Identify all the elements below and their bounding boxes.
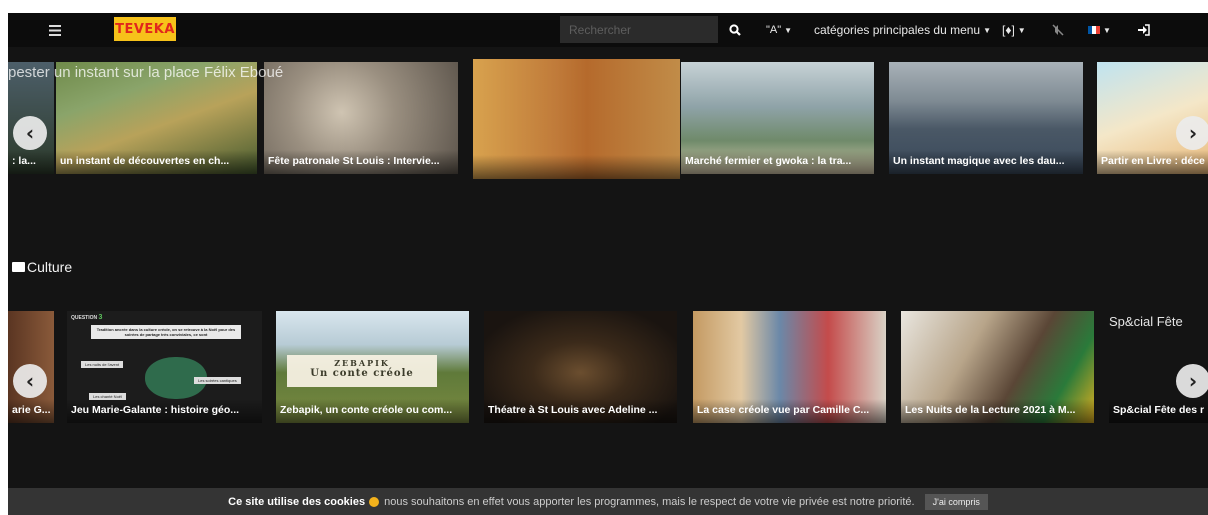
caret-down-icon: ▼ — [1103, 25, 1111, 35]
categories-menu[interactable]: catégories principales du menu ▼ — [814, 13, 992, 47]
video-title: un instant de découvertes en ch... — [56, 150, 257, 174]
region-menu[interactable]: [♦] ▼ — [1002, 13, 1028, 47]
video-card[interactable]: La case créole vue par Camille C... — [693, 311, 886, 423]
map-icon: [♦] — [1002, 23, 1015, 37]
caret-down-icon: ▼ — [1017, 25, 1026, 35]
banner-subtitle: Un conte créole — [310, 368, 414, 379]
chevron-left-icon: ‹ — [25, 369, 35, 393]
quiz-question-label: QUESTION 3 — [71, 314, 103, 321]
chevron-right-icon: › — [1188, 369, 1198, 393]
chevron-right-icon: › — [1188, 121, 1198, 145]
caret-down-icon: ▼ — [983, 25, 992, 35]
hamburger-icon — [49, 24, 61, 36]
video-card[interactable]: Marché fermier et gwoka : la tra... — [681, 62, 874, 174]
video-title: La case créole vue par Camille C... — [693, 399, 886, 423]
quiz-question-text: Tradition ancrée dans la culture créole,… — [91, 325, 241, 339]
logo-text: TEVEKA — [115, 21, 175, 37]
cookie-banner-title: Ce site utilise des cookies — [228, 495, 366, 508]
top-navbar: TEVEKA "A"▼ catégories principales du me… — [8, 13, 1208, 47]
video-title: Sp&cial Fête des r — [1109, 399, 1208, 423]
search-icon — [729, 24, 741, 36]
video-title: Marché fermier et gwoka : la tra... — [681, 150, 874, 174]
cookie-banner: Ce site utilise des cookies nous souhait… — [8, 488, 1208, 515]
caret-down-icon: ▼ — [784, 25, 793, 35]
mute-icon — [1052, 24, 1064, 36]
video-title: Jeu Marie-Galante : histoire géo... — [67, 399, 262, 423]
carousel-next-button[interactable]: › — [1176, 116, 1208, 150]
hamburger-menu-button[interactable] — [44, 13, 66, 47]
video-card[interactable]: Un instant magique avec les dau... — [889, 62, 1083, 174]
video-title: Partir en Livre : déce — [1097, 150, 1208, 174]
cookie-accept-button[interactable]: J'ai compris — [924, 493, 988, 510]
video-card[interactable]: Fête patronale St Louis : Intervie... — [264, 62, 458, 174]
page: TEVEKA "A"▼ catégories principales du me… — [8, 13, 1208, 515]
video-title: Fête patronale St Louis : Intervie... — [264, 150, 458, 174]
site-logo[interactable]: TEVEKA — [114, 17, 176, 41]
video-title: : la... — [8, 150, 54, 174]
carousel-next-button[interactable]: › — [1176, 364, 1208, 398]
video-title: Un instant magique avec les dau... — [889, 150, 1083, 174]
video-title: Zebapik, un conte créole ou com... — [276, 399, 469, 423]
search-input[interactable] — [560, 16, 718, 43]
carousel-prev-button[interactable]: ‹ — [13, 116, 47, 150]
sign-in-icon — [1137, 24, 1150, 36]
video-title — [473, 155, 680, 179]
flag-fr-icon — [1088, 26, 1100, 34]
broken-image-alt: Sp&cial Fête — [1109, 314, 1183, 329]
video-card[interactable]: QUESTION 3 Tradition ancrée dans la cult… — [67, 311, 262, 423]
video-title: Les Nuits de la Lecture 2021 à M... — [901, 399, 1094, 423]
video-card[interactable] — [473, 59, 680, 179]
featured-video-title: pester un instant sur la place Félix Ebo… — [8, 64, 284, 81]
featured-carousel: : la... un instant de découvertes en ch.… — [8, 59, 1208, 182]
section-title-culture[interactable]: Culture — [12, 259, 72, 275]
video-card[interactable]: Théatre à St Louis avec Adeline ... — [484, 311, 677, 423]
language-menu[interactable]: ▼ — [1088, 13, 1114, 47]
accessibility-icon: "A" — [766, 24, 782, 36]
search-button[interactable] — [724, 13, 746, 47]
chevron-left-icon: ‹ — [25, 121, 35, 145]
quiz-answer: Les nuits de l'avent — [81, 361, 124, 368]
video-banner: ZEBAPIK Un conte créole — [287, 355, 437, 387]
sign-in-button[interactable] — [1134, 13, 1152, 47]
accessibility-menu[interactable]: "A" ▼ — [766, 13, 798, 47]
categories-label: catégories principales du menu — [814, 23, 981, 37]
video-card[interactable]: ZEBAPIK Un conte créole Zebapik, un cont… — [276, 311, 469, 423]
video-card[interactable]: Les Nuits de la Lecture 2021 à M... — [901, 311, 1094, 423]
banner-title: ZEBAPIK — [334, 358, 390, 368]
quiz-answer: Les soirées cantiques — [194, 377, 241, 384]
mute-button[interactable] — [1048, 13, 1068, 47]
cookie-banner-text: nous souhaitons en effet vous apporter l… — [384, 495, 915, 508]
section-label: Culture — [27, 259, 73, 275]
folder-icon — [12, 262, 25, 272]
video-title: Théatre à St Louis avec Adeline ... — [484, 399, 677, 423]
smiley-icon — [369, 496, 380, 507]
carousel-prev-button[interactable]: ‹ — [13, 364, 47, 398]
video-title: arie G... — [8, 399, 54, 423]
culture-carousel: arie G... QUESTION 3 Tradition ancrée da… — [8, 311, 1208, 431]
